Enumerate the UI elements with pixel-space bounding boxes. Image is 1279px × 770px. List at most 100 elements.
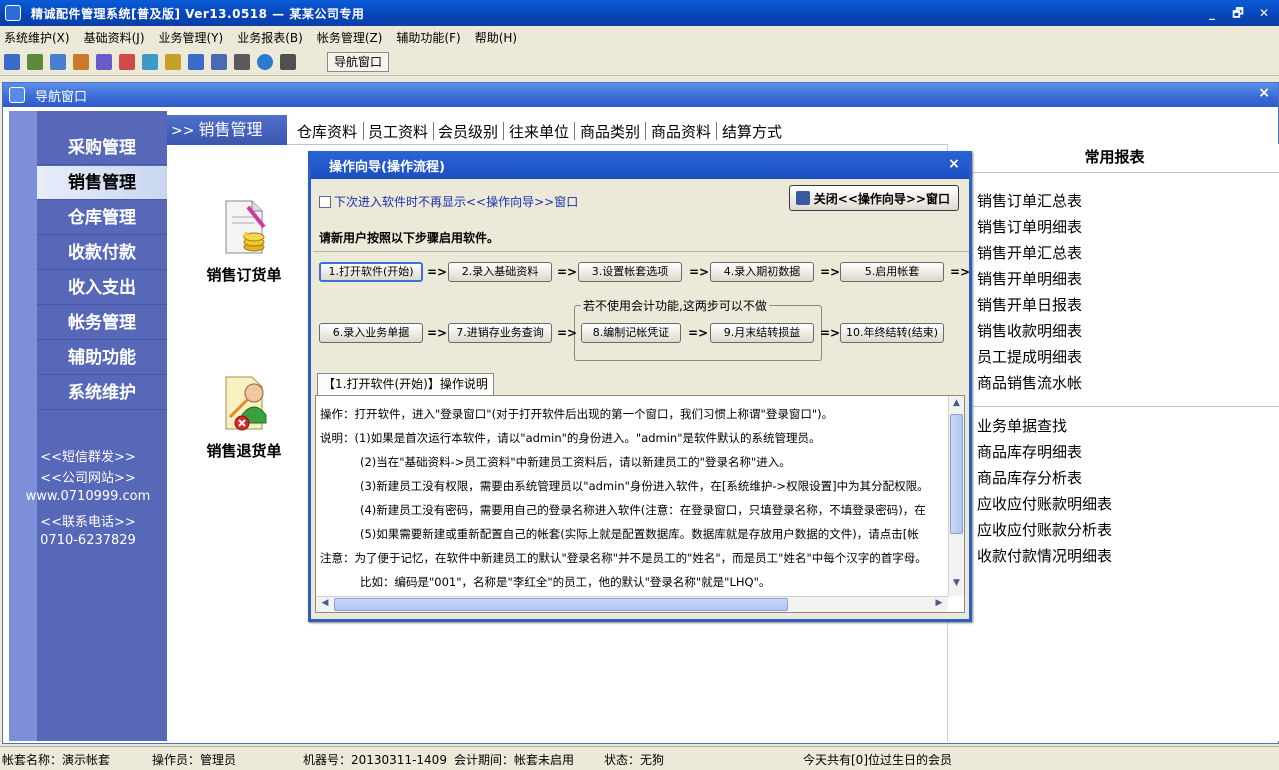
toolbar-icon-1[interactable]: [4, 53, 20, 70]
wizard-intro: 请新用户按照以下步骤启用软件。: [319, 231, 500, 245]
sidebar-item-system[interactable]: 系统维护: [37, 376, 167, 410]
step-10-year-end[interactable]: 10.年终结转(结束): [840, 323, 944, 343]
menu-system[interactable]: 系统维护(X): [4, 29, 70, 46]
toolbar-icon-2[interactable]: [27, 53, 43, 70]
website-url[interactable]: www.0710999.com: [0, 489, 177, 504]
vertical-scroll-thumb[interactable]: [950, 414, 963, 534]
step-6-business-documents[interactable]: 6.录入业务单据: [319, 323, 423, 343]
step-3-account-options[interactable]: 3.设置帐套选项: [578, 262, 682, 282]
dont-show-again-checkbox[interactable]: 下次进入软件时不再显示<<操作向导>>窗口: [319, 193, 578, 210]
tab-separator: [574, 122, 575, 140]
report-sales-journal[interactable]: 商品销售流水帐: [977, 372, 1082, 393]
toolbar: 导航窗口: [0, 48, 1279, 76]
print-icon[interactable]: [234, 53, 250, 70]
horizontal-scroll-thumb[interactable]: [334, 598, 788, 611]
step-7-business-query[interactable]: 7.进销存业务查询: [448, 323, 552, 343]
report-ar-ap-detail[interactable]: 应收应付账款明细表: [977, 493, 1112, 514]
toolbar-icon-10[interactable]: [211, 53, 227, 70]
sales-order-shortcut[interactable]: 销售订货单: [201, 197, 287, 285]
minimize-button[interactable]: _: [1201, 3, 1223, 23]
sms-link[interactable]: <<短信群发>>: [0, 446, 177, 465]
help-icon[interactable]: [257, 53, 273, 70]
sales-return-shortcut[interactable]: 销售退货单: [201, 373, 287, 461]
description-text: 操作：打开软件，进入"登录窗口"(对于打开软件后出现的第一个窗口，我们习惯上称谓…: [320, 402, 946, 592]
horizontal-scrollbar[interactable]: ◀ ▶: [316, 596, 948, 612]
tab-separator: [363, 122, 364, 140]
tab-separator: [433, 122, 434, 140]
report-ar-ap-analysis[interactable]: 应收应付账款分析表: [977, 519, 1112, 540]
tab-partners[interactable]: 往来单位: [509, 121, 569, 142]
menu-help[interactable]: 帮助(H): [475, 29, 517, 46]
report-receipts-payments[interactable]: 收款付款情况明细表: [977, 545, 1112, 566]
menu-tools[interactable]: 辅助功能(F): [396, 29, 460, 46]
tab-warehouse-data[interactable]: 仓库资料: [297, 121, 357, 142]
sidebar-item-tools[interactable]: 辅助功能: [37, 341, 167, 375]
sidebar-item-warehouse[interactable]: 仓库管理: [37, 201, 167, 235]
status-machine: 机器号：20130311-1409: [303, 753, 447, 767]
step-1-open-software[interactable]: 1.打开软件(开始): [319, 262, 423, 282]
step-2-basic-data[interactable]: 2.录入基础资料: [448, 262, 552, 282]
toolbar-icon-9[interactable]: [188, 53, 204, 70]
step-arrow: =>: [950, 265, 971, 279]
status-bar: 帐套名称：演示帐套 操作员：管理员 机器号：20130311-1409 会计期间…: [0, 746, 1279, 770]
toolbar-icon-4[interactable]: [73, 53, 89, 70]
report-sales-order-detail[interactable]: 销售订单明细表: [977, 216, 1082, 237]
tab-settlement-methods[interactable]: 结算方式: [722, 121, 782, 142]
close-button[interactable]: ✕: [1253, 3, 1275, 23]
restore-button[interactable]: 🗗: [1227, 3, 1249, 23]
report-staff-commission[interactable]: 员工提成明细表: [977, 346, 1082, 367]
scroll-left-icon[interactable]: ◀: [318, 598, 332, 611]
toolbar-icon-5[interactable]: [96, 53, 112, 70]
step-5-enable-account[interactable]: 5.启用帐套: [840, 262, 944, 282]
toolbar-icon-7[interactable]: [142, 53, 158, 70]
menu-accounts[interactable]: 帐务管理(Z): [317, 29, 383, 46]
toolbar-icon-8[interactable]: [165, 53, 181, 70]
step-4-opening-data[interactable]: 4.录入期初数据: [710, 262, 814, 282]
tab-separator: [645, 122, 646, 140]
report-sales-bill-daily[interactable]: 销售开单日报表: [977, 294, 1082, 315]
step-arrow: =>: [820, 265, 841, 279]
step-8-vouchers[interactable]: 8.编制记帐凭证: [581, 323, 681, 343]
website-link[interactable]: <<公司网站>>: [0, 467, 177, 486]
tab-product-categories[interactable]: 商品类别: [580, 121, 640, 142]
wizard-dialog: 操作向导(操作流程) × 下次进入软件时不再显示<<操作向导>>窗口 关闭<<操…: [308, 151, 972, 622]
nav-window-button[interactable]: 导航窗口: [327, 51, 390, 72]
tab-employee-data[interactable]: 员工资料: [368, 121, 428, 142]
close-wizard-button[interactable]: 关闭<<操作向导>>窗口: [788, 185, 959, 211]
reports-title: 常用报表: [1084, 148, 1145, 166]
menu-business[interactable]: 业务管理(Y): [159, 29, 224, 46]
step-arrow: =>: [557, 265, 578, 279]
report-document-search[interactable]: 业务单据查找: [977, 415, 1067, 436]
wizard-separator: [313, 251, 969, 252]
menu-reports[interactable]: 业务报表(B): [237, 29, 303, 46]
nav-window-close-button[interactable]: ×: [1258, 85, 1270, 101]
report-sales-bill-summary[interactable]: 销售开单汇总表: [977, 242, 1082, 263]
scroll-down-icon[interactable]: ▼: [950, 578, 963, 592]
report-stock-detail[interactable]: 商品库存明细表: [977, 441, 1082, 462]
sidebar-item-accounts[interactable]: 帐务管理: [37, 306, 167, 340]
close-wizard-label: 关闭<<操作向导>>窗口: [813, 191, 950, 206]
report-stock-analysis[interactable]: 商品库存分析表: [977, 467, 1082, 488]
vertical-scrollbar[interactable]: ▲ ▼: [948, 396, 964, 596]
nav-window-title: 导航窗口: [35, 89, 88, 105]
toolbar-icon-6[interactable]: [119, 53, 135, 70]
report-sales-order-summary[interactable]: 销售订单汇总表: [977, 190, 1082, 211]
tab-product-data[interactable]: 商品资料: [651, 121, 711, 142]
report-sales-bill-detail[interactable]: 销售开单明细表: [977, 268, 1082, 289]
step-arrow: =>: [689, 265, 710, 279]
wizard-close-icon[interactable]: ×: [945, 155, 963, 173]
report-sales-receipts[interactable]: 销售收款明细表: [977, 320, 1082, 341]
step-9-month-end[interactable]: 9.月末结转损益: [710, 323, 814, 343]
menu-basic-data[interactable]: 基础资料(J): [84, 29, 145, 46]
exit-icon[interactable]: [280, 53, 296, 70]
checkbox-box[interactable]: [319, 195, 331, 208]
sidebar-item-purchase[interactable]: 采购管理: [37, 131, 167, 165]
toolbar-icon-3[interactable]: [50, 53, 66, 70]
sidebar-item-payments[interactable]: 收款付款: [37, 236, 167, 270]
description-tab[interactable]: 【1.打开软件(开始)】操作说明: [317, 373, 494, 395]
sidebar-item-income-expense[interactable]: 收入支出: [37, 271, 167, 305]
scroll-up-icon[interactable]: ▲: [950, 398, 963, 412]
scroll-right-icon[interactable]: ▶: [932, 598, 946, 611]
sidebar-item-sales[interactable]: 销售管理: [37, 166, 167, 200]
tab-member-levels[interactable]: 会员级别: [438, 121, 498, 142]
